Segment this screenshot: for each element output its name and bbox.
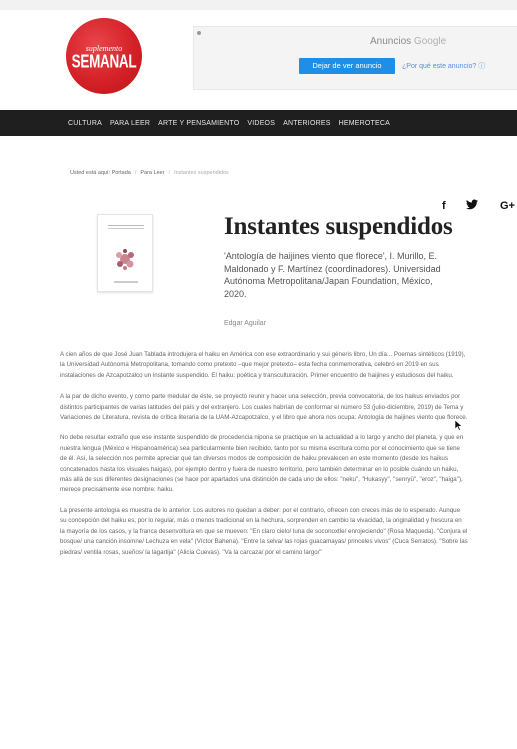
nav-item-videos[interactable]: VIDEOS — [247, 120, 275, 127]
ad-dot-icon — [197, 31, 201, 35]
ad-title-prefix: Anuncios — [370, 36, 414, 47]
twitter-share-icon[interactable] — [466, 199, 478, 210]
main-navbar: CULTURA PARA LEER ARTE Y PENSAMIENTO VID… — [0, 110, 517, 136]
top-strip — [0, 0, 517, 10]
book-cover-title-lines — [108, 225, 144, 229]
article-title: Instantes suspendidos — [224, 213, 453, 240]
semanal-logo[interactable]: suplemento SEMANAL — [66, 18, 142, 94]
nav-item-anteriores[interactable]: ANTERIORES — [283, 120, 331, 127]
breadcrumb-para-leer-link[interactable]: Para Leer — [140, 170, 164, 176]
book-cover-footer-line — [114, 281, 138, 283]
book-cover-image — [97, 214, 153, 292]
nav-item-cultura[interactable]: CULTURA — [68, 120, 102, 127]
facebook-share-icon[interactable]: f — [442, 200, 446, 212]
article-body: A cien años de que José Juan Tablada int… — [60, 350, 468, 568]
why-this-ad-link[interactable]: ¿Por qué este anuncio? ⓘ — [402, 61, 485, 71]
breadcrumb-home-link[interactable]: Usted está aquí: Portada — [70, 170, 131, 176]
breadcrumb-separator: / — [134, 170, 137, 176]
breadcrumb-separator: / — [168, 170, 171, 176]
nav-item-arte-y-pensamiento[interactable]: ARTE Y PENSAMIENTO — [158, 120, 239, 127]
ad-title-brand: Google — [413, 36, 447, 47]
article-paragraph: No debe resultar extraño que ese instant… — [60, 434, 464, 494]
article-subtitle: 'Antología de haijines viento que florec… — [224, 251, 441, 299]
ad-title: Anuncios Google — [370, 36, 446, 47]
nav-item-para-leer[interactable]: PARA LEER — [110, 120, 150, 127]
breadcrumb: Usted está aquí: Portada / Para Leer / Insta… — [70, 170, 229, 176]
book-cover-flower-art — [116, 249, 134, 270]
article-paragraph: A la par de dicho evento, y como parte m… — [60, 393, 468, 422]
breadcrumb-current: Instantes suspendidos — [174, 170, 229, 176]
logo-semanal-text: SEMANAL — [71, 50, 137, 72]
google-ad-box: Anuncios Google Dejar de ver anuncio ¿Po… — [193, 26, 517, 90]
article-paragraph: La presente antología es muestra de lo a… — [60, 506, 468, 556]
nav-item-hemeroteca[interactable]: HEMEROTECA — [339, 120, 390, 127]
google-plus-share-icon[interactable]: G+ — [500, 200, 515, 212]
stop-seeing-ad-button[interactable]: Dejar de ver anuncio — [299, 58, 395, 74]
mouse-cursor-icon — [455, 420, 463, 431]
article-paragraph: A cien años de que José Juan Tablada int… — [60, 351, 466, 379]
article-author[interactable]: Edgar Aguilar — [224, 320, 266, 327]
